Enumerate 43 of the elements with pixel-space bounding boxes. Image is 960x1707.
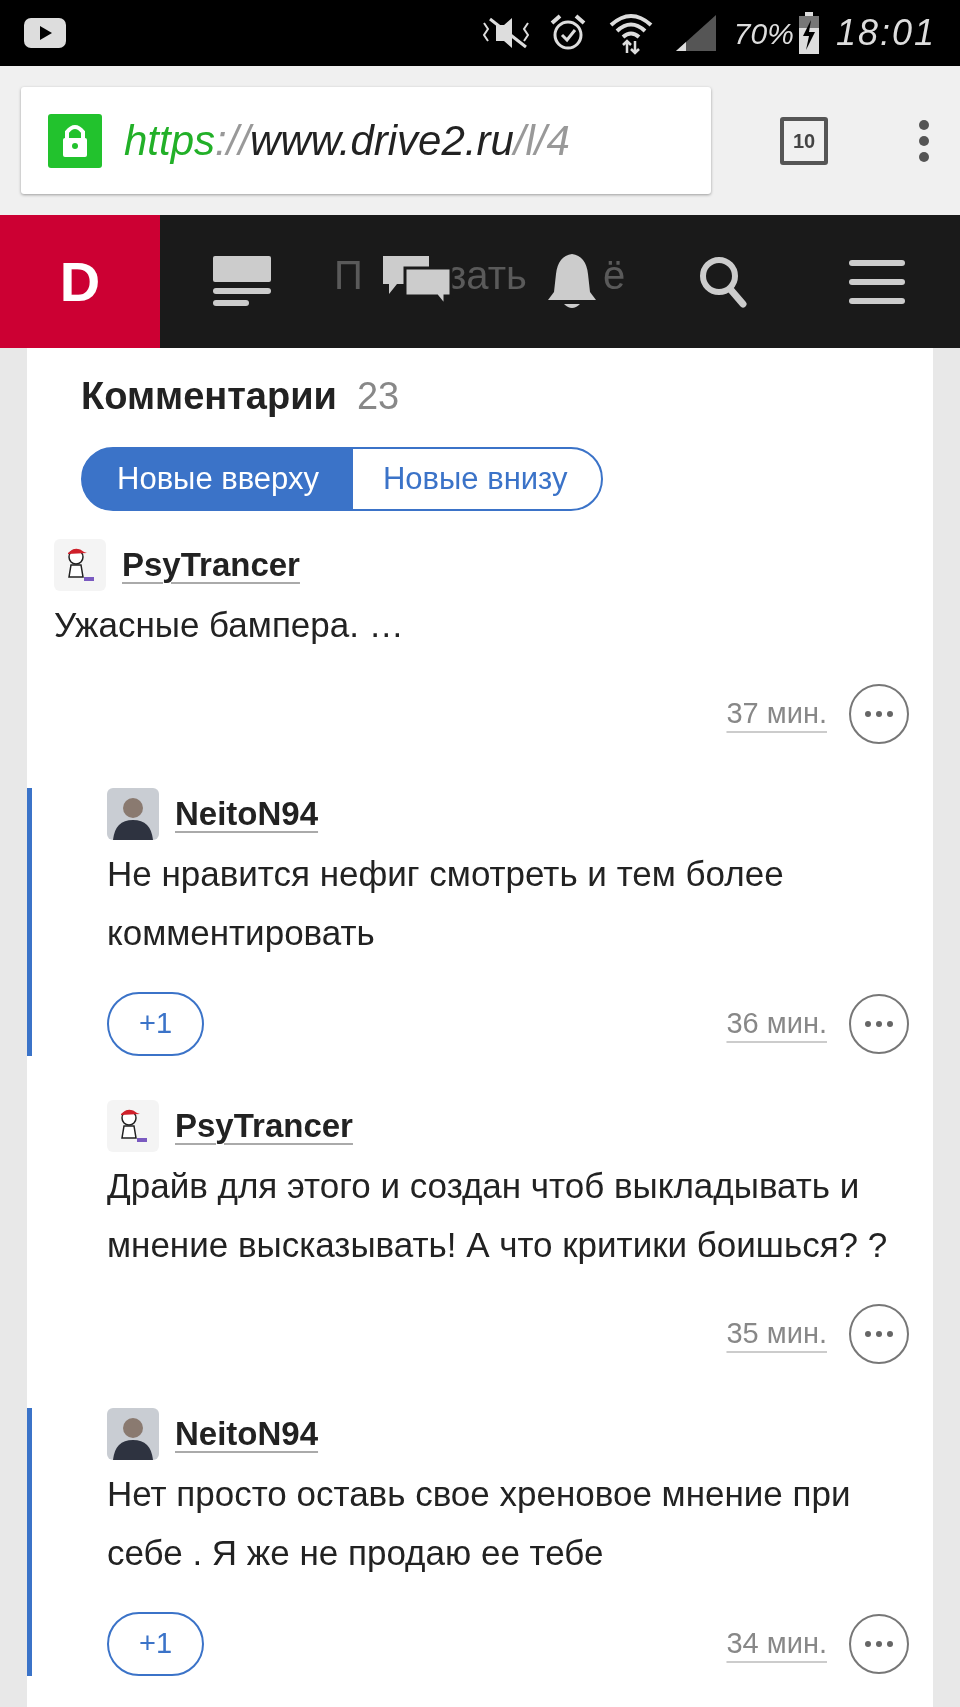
comment-time[interactable]: 34 мин. bbox=[726, 1622, 827, 1666]
url-field[interactable]: https://www.drive2.ru/l/4 bbox=[21, 87, 711, 194]
avatar bbox=[107, 1100, 159, 1152]
avatar bbox=[107, 1408, 159, 1460]
more-button[interactable] bbox=[849, 1614, 909, 1674]
feed-icon[interactable] bbox=[213, 255, 271, 308]
author-link[interactable]: NeitoN94 bbox=[175, 1409, 319, 1459]
comment-text: Ужасные бампера. … bbox=[54, 604, 405, 646]
comment-text: Нет просто оставь свое хреновое мнение при себе . Я же не продаю ее тебе bbox=[107, 1473, 852, 1574]
comments-count: 23 bbox=[356, 374, 400, 419]
sort-tab[interactable]: Новые вверху bbox=[81, 447, 351, 511]
tab-count-button[interactable]: 10 bbox=[780, 116, 828, 165]
more-button[interactable] bbox=[849, 994, 909, 1054]
menu-icon[interactable] bbox=[849, 259, 905, 304]
video-icon bbox=[24, 18, 66, 48]
battery-percent: 70% bbox=[733, 15, 794, 52]
search-icon[interactable] bbox=[699, 255, 747, 308]
sort-tab[interactable]: Новые внизу bbox=[350, 447, 604, 511]
show-more-text: зать bbox=[448, 252, 527, 299]
clock: 18:01 bbox=[835, 11, 936, 55]
comment-time[interactable]: 37 мин. bbox=[726, 692, 827, 736]
more-button[interactable] bbox=[849, 684, 909, 744]
plus-one-button[interactable]: +1 bbox=[107, 1612, 205, 1676]
lock-icon bbox=[48, 113, 102, 168]
author-link[interactable]: PsyTrancer bbox=[122, 540, 300, 590]
show-more-text: ё bbox=[603, 252, 626, 299]
comment-text: Не нравится нефиг смотреть и тем более комментировать bbox=[107, 853, 785, 954]
comment-time[interactable]: 36 мин. bbox=[726, 1002, 827, 1046]
menu-icon[interactable] bbox=[918, 118, 930, 163]
avatar bbox=[107, 788, 159, 840]
author-link[interactable]: PsyTrancer bbox=[175, 1101, 353, 1151]
wifi-icon bbox=[607, 11, 654, 55]
comment-time[interactable]: 35 мин. bbox=[726, 1312, 827, 1356]
more-button[interactable] bbox=[849, 1304, 909, 1364]
author-link[interactable]: NeitoN94 bbox=[175, 789, 319, 839]
avatar bbox=[54, 539, 106, 591]
comment-text: Драйв для этого и создан чтоб выкладывать и мнение высказывать! А что критики боишься? ? bbox=[107, 1165, 889, 1266]
battery-icon bbox=[797, 12, 820, 54]
comments-title: Комментарии bbox=[81, 374, 337, 419]
plus-one-button[interactable]: +1 bbox=[107, 992, 205, 1056]
url-text: https://www.drive2.ru/l/4 bbox=[124, 116, 570, 166]
logo[interactable]: D bbox=[0, 215, 160, 348]
show-more-text: П bbox=[334, 252, 363, 299]
